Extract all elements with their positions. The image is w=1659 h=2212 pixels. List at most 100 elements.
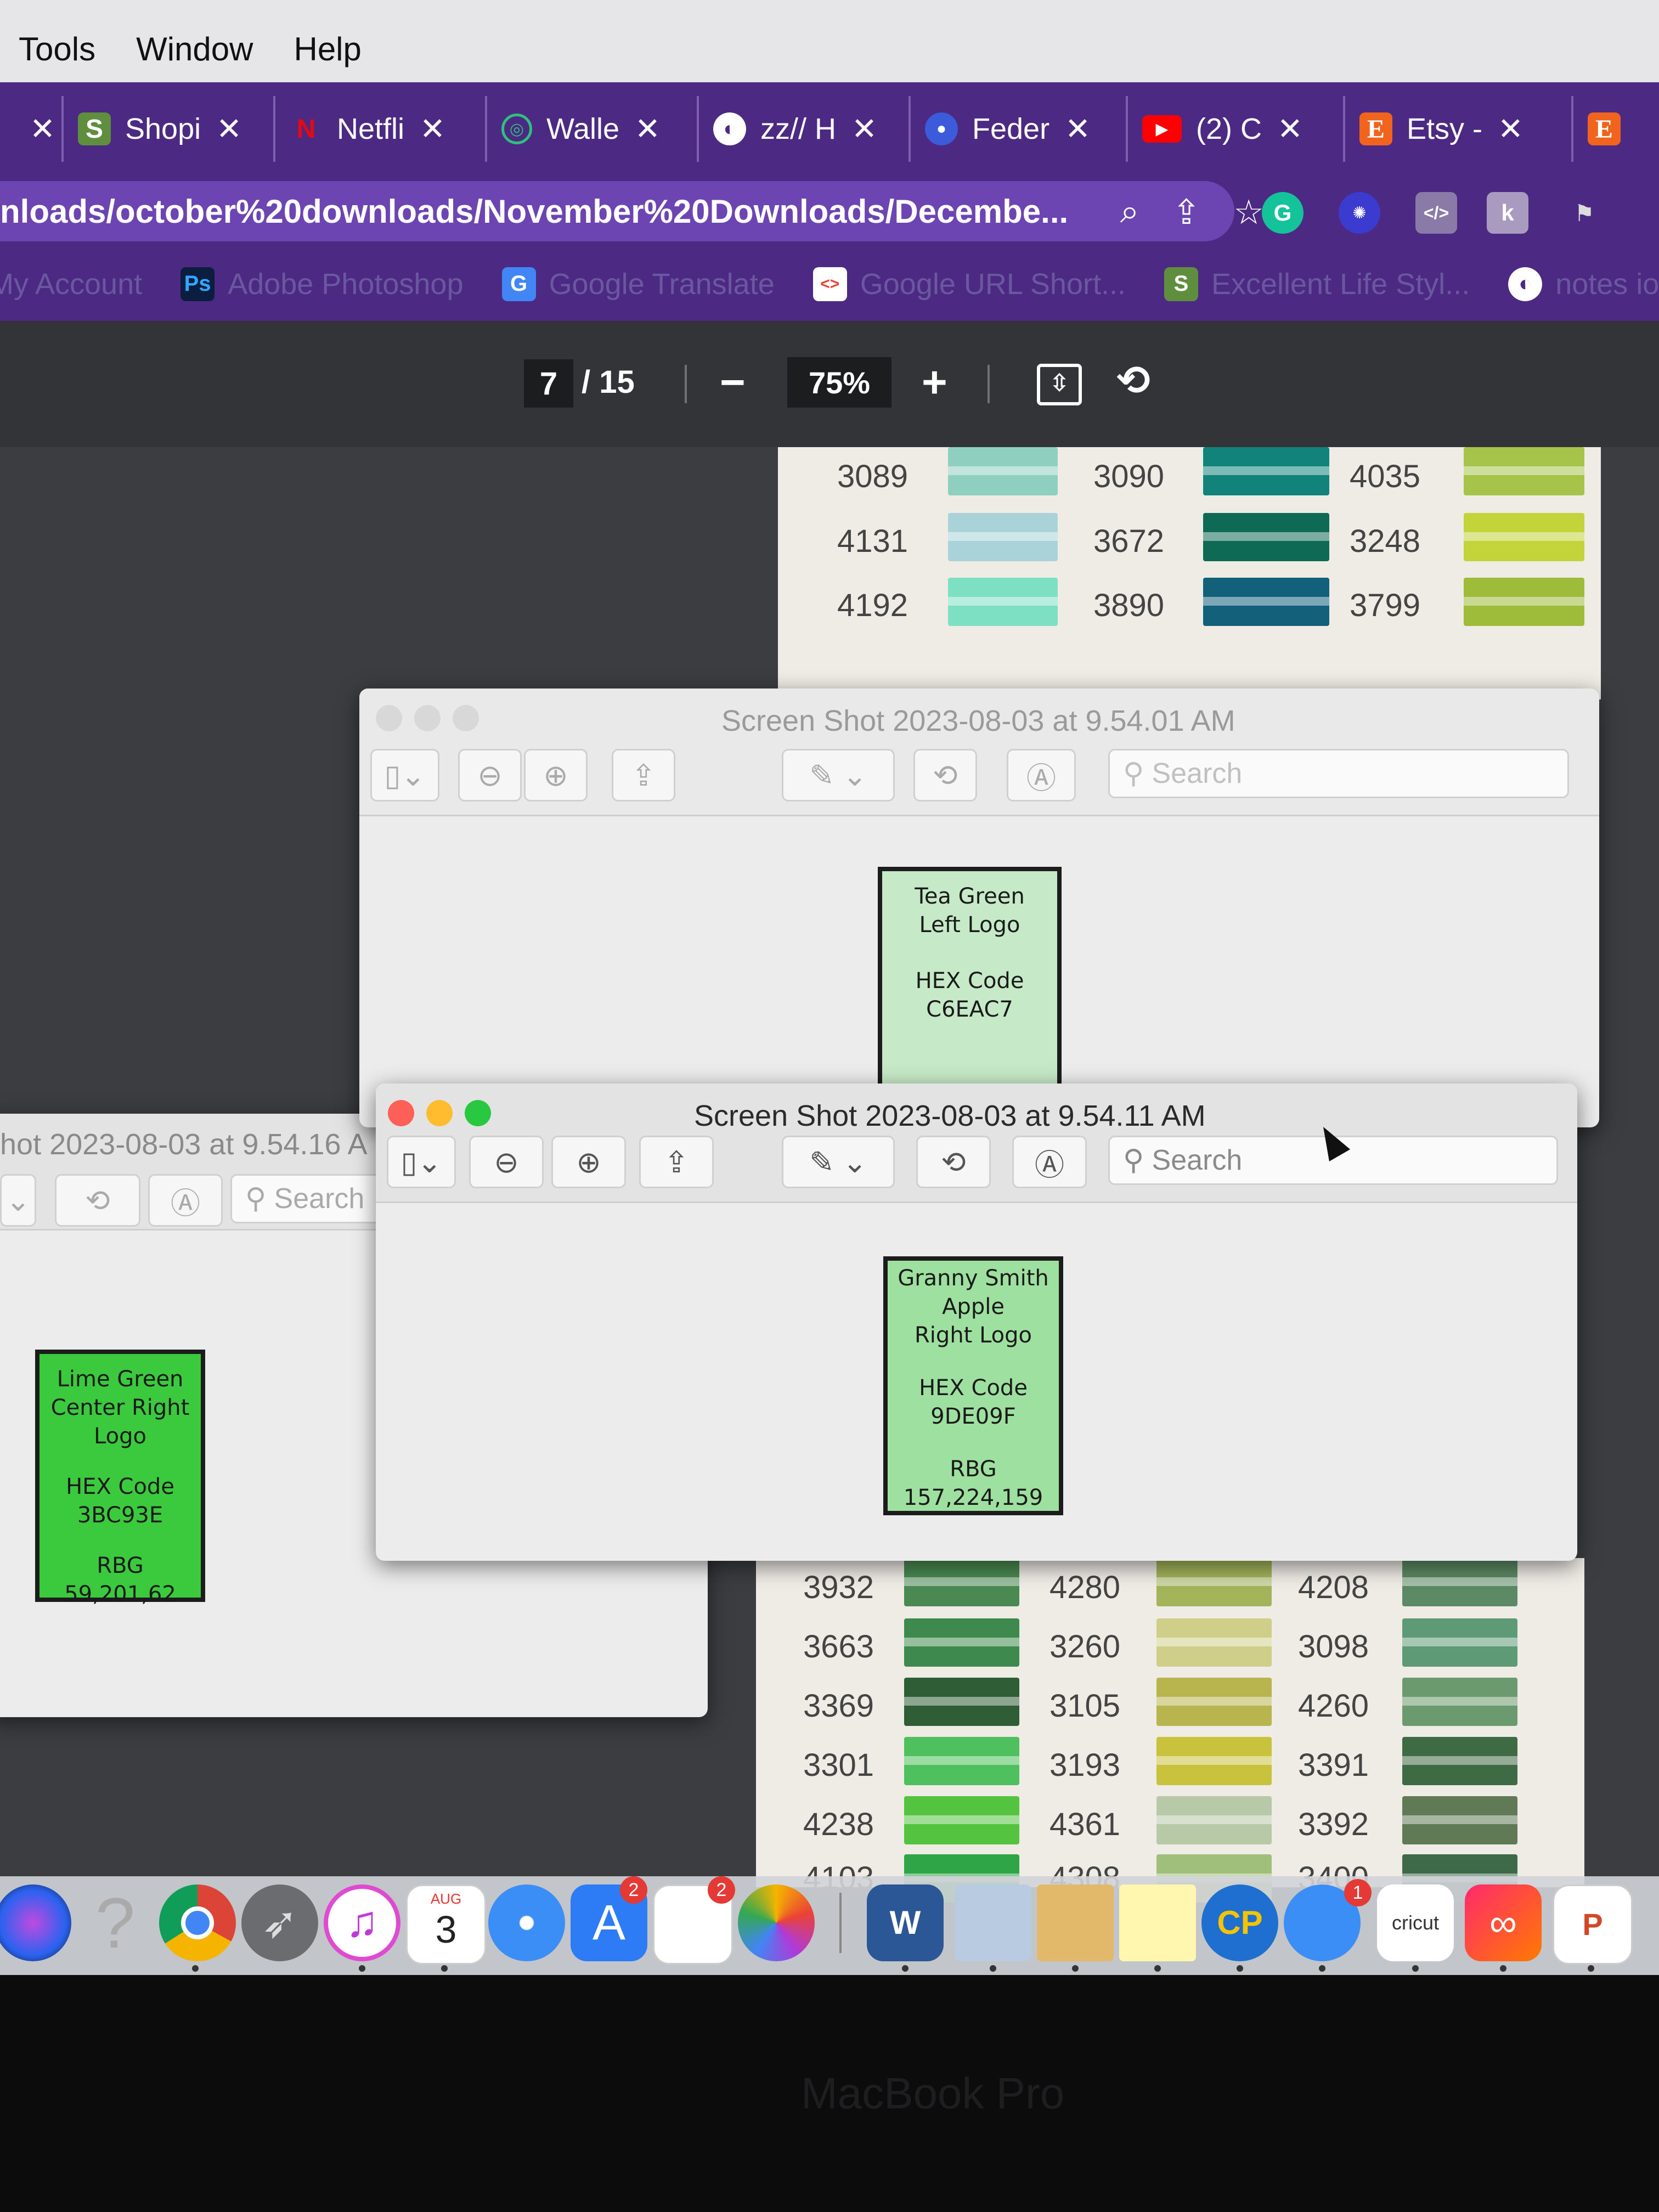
zoom-out-icon[interactable]: ⊖ — [469, 1136, 544, 1188]
close-button[interactable] — [376, 705, 402, 731]
bookmark-google-url[interactable]: <> Google URL Short... — [812, 267, 1126, 301]
calendar-icon[interactable]: AUG 3 — [406, 1884, 486, 1965]
bookmark-my-account[interactable]: My Account — [0, 267, 142, 301]
zoom-in-icon[interactable]: ⊕ — [551, 1136, 626, 1188]
siri-icon[interactable] — [0, 1884, 71, 1961]
running-indicator — [441, 1965, 448, 1972]
powerpoint-icon[interactable]: P — [1553, 1884, 1633, 1965]
menu-help[interactable]: Help — [294, 30, 361, 68]
globe-icon: ◐ — [713, 112, 746, 145]
chrome-icon[interactable] — [159, 1884, 236, 1961]
tab-netflix[interactable]: N Netfli ✕ — [275, 96, 487, 162]
extension-dots-icon[interactable]: ✺ — [1339, 192, 1380, 234]
address-bar[interactable]: nloads/october%20downloads/November%20Do… — [0, 181, 1234, 241]
tab-wallet[interactable]: ◎ Walle ✕ — [487, 96, 699, 162]
close-icon[interactable]: ✕ — [30, 111, 55, 147]
thread-swatch — [1402, 1796, 1517, 1844]
bookmark-star-icon[interactable]: ☆ — [1233, 192, 1264, 232]
thread-chart-page-bottom: 3932 4280 4208 3663 3260 3098 3369 3105 … — [756, 1558, 1584, 1903]
address-actions: ⌕ ⇪ ☆ — [1120, 192, 1264, 232]
cp-app-icon[interactable]: CP — [1201, 1884, 1278, 1961]
thread-code: 4260 — [1298, 1688, 1369, 1724]
tab-partial[interactable]: ✕ — [0, 96, 64, 162]
close-button[interactable] — [388, 1100, 414, 1126]
bookmark-excellent-life[interactable]: S Excellent Life Styl... — [1164, 267, 1470, 301]
menu-tools[interactable]: Tools — [19, 30, 95, 68]
markup-icon[interactable]: Ⓐ — [1012, 1136, 1087, 1188]
safari-icon[interactable] — [488, 1884, 565, 1961]
extension-k-icon[interactable]: k — [1487, 192, 1528, 234]
thread-code: 4035 — [1350, 459, 1421, 494]
notes-icon[interactable] — [1119, 1884, 1196, 1961]
tab-youtube[interactable]: ▶ (2) C ✕ — [1128, 96, 1345, 162]
tab-etsy-2[interactable]: E — [1573, 96, 1649, 162]
bookmark-label: My Account — [0, 267, 143, 301]
page-number-input[interactable]: 7 — [524, 359, 573, 408]
card-spacer — [888, 1431, 1059, 1455]
rotate-icon[interactable]: ⟲ — [1116, 357, 1150, 404]
preview-icon[interactable] — [955, 1884, 1031, 1961]
tab-zz[interactable]: ◐ zz// H ✕ — [699, 96, 911, 162]
card-line: Granny Smith — [898, 1266, 1049, 1291]
markup-pen-icon[interactable]: ✎ ⌄ — [782, 1136, 895, 1188]
grammarly-icon[interactable]: G — [1262, 192, 1304, 234]
creative-cloud-icon[interactable]: ∞ — [1465, 1884, 1542, 1961]
numbers-icon[interactable] — [1037, 1884, 1114, 1961]
rotate-icon[interactable]: ⟲ — [916, 1136, 991, 1188]
word-icon[interactable]: W — [867, 1884, 944, 1961]
fit-page-icon[interactable]: ⇳ — [1037, 364, 1082, 405]
menu-window[interactable]: Window — [136, 30, 253, 68]
search-field[interactable]: ⚲ Search — [230, 1174, 395, 1223]
extension-pin-icon[interactable]: ⚑ — [1564, 192, 1605, 234]
card-spacer — [882, 939, 1057, 967]
tab-shopify[interactable]: S Shopi ✕ — [64, 96, 275, 162]
zoom-in-icon[interactable]: ⊕ — [524, 749, 588, 802]
markup-icon[interactable]: Ⓐ — [1007, 749, 1076, 802]
zoom-search-icon[interactable]: ⌕ — [1120, 192, 1139, 232]
close-icon[interactable]: ✕ — [216, 111, 242, 147]
markup-icon[interactable]: Ⓐ — [148, 1174, 223, 1227]
close-icon[interactable]: ✕ — [635, 111, 661, 147]
zoom-out-icon[interactable]: ⊖ — [458, 749, 522, 802]
close-icon[interactable]: ✕ — [1277, 111, 1303, 147]
thread-swatch — [1156, 1558, 1272, 1606]
dock-divider — [839, 1893, 842, 1953]
close-icon[interactable]: ✕ — [851, 111, 877, 147]
photos-icon[interactable] — [738, 1884, 815, 1961]
bookmark-label: notes io — [1555, 267, 1659, 301]
minimize-button[interactable] — [426, 1100, 453, 1126]
code-extension-icon[interactable]: </> — [1415, 192, 1457, 234]
etsy-icon: E — [1359, 112, 1392, 145]
launchpad-icon[interactable]: ➶ — [241, 1884, 318, 1961]
tab-etsy[interactable]: E Etsy - ✕ — [1345, 96, 1573, 162]
markup-pen-icon[interactable]: ✎ ⌄ — [782, 749, 895, 802]
close-icon[interactable]: ✕ — [1498, 111, 1523, 147]
minimize-button[interactable] — [414, 705, 441, 731]
tab-label: (2) C — [1196, 112, 1262, 145]
share-icon[interactable]: ⇪ — [1172, 192, 1200, 232]
share-icon[interactable]: ⇪ — [639, 1136, 714, 1188]
share-icon[interactable]: ⇪ — [612, 749, 675, 802]
tab-federal[interactable]: ● Feder ✕ — [911, 96, 1128, 162]
zoom-level[interactable]: 75% — [787, 357, 891, 408]
close-icon[interactable]: ✕ — [420, 111, 445, 147]
card-line: Left Logo — [919, 912, 1020, 938]
rotate-icon[interactable]: ⟲ — [913, 749, 977, 802]
cricut-icon[interactable]: cricut — [1377, 1884, 1454, 1961]
zoom-out-icon[interactable]: − — [720, 357, 746, 408]
bookmark-google-translate[interactable]: G Google Translate — [501, 267, 775, 301]
markup-toggle[interactable]: ⌄ — [0, 1174, 36, 1227]
bookmark-photoshop[interactable]: Ps Adobe Photoshop — [180, 267, 464, 301]
tab-label: Shopi — [125, 112, 201, 145]
close-icon[interactable]: ✕ — [1065, 111, 1091, 147]
zoom-button[interactable] — [453, 705, 479, 731]
zoom-button[interactable] — [465, 1100, 491, 1126]
search-field[interactable]: ⚲ Search — [1108, 749, 1569, 798]
help-icon[interactable]: ? — [77, 1884, 154, 1961]
sidebar-toggle[interactable]: ▯⌄ — [370, 749, 439, 802]
rotate-icon[interactable]: ⟲ — [55, 1174, 140, 1227]
zoom-in-icon[interactable]: + — [922, 357, 947, 408]
bookmark-notes-io[interactable]: ◐ notes io — [1508, 267, 1659, 301]
music-icon[interactable]: ♫ — [324, 1884, 400, 1961]
sidebar-toggle[interactable]: ▯⌄ — [387, 1136, 456, 1188]
